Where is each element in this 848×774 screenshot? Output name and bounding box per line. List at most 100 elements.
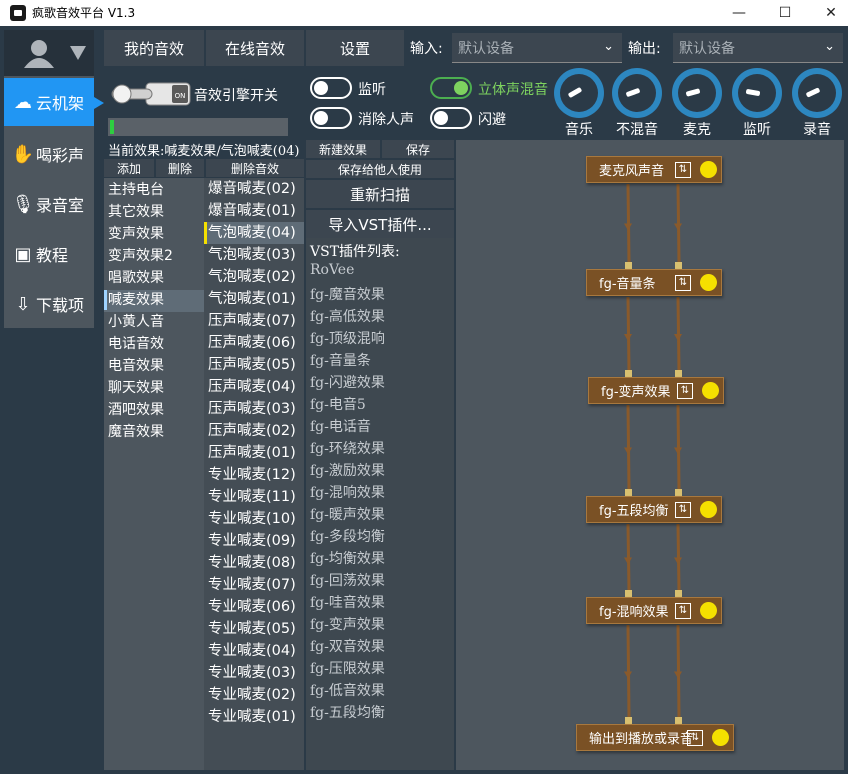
node-settings-icon[interactable]: ⇅ — [687, 730, 703, 746]
node-settings-icon[interactable]: ⇅ — [677, 383, 693, 399]
vst-plugin-item[interactable]: fg-多段均衡 — [310, 526, 385, 546]
knob-4[interactable] — [792, 68, 842, 118]
vst-plugin-item[interactable]: fg-顶级混响 — [310, 328, 385, 348]
node-settings-icon[interactable]: ⇅ — [675, 603, 691, 619]
nav-item-3[interactable]: ▣ 教程 — [4, 230, 94, 278]
nav-item-2[interactable]: 🎙 录音室 — [4, 180, 94, 228]
vst-plugin-item[interactable]: fg-暖声效果 — [310, 504, 385, 524]
effect-item[interactable]: 爆音喊麦(01) — [204, 200, 304, 222]
effect-item[interactable]: 专业喊麦(07) — [204, 574, 304, 596]
user-avatar[interactable] — [4, 30, 94, 76]
vst-plugin-item[interactable]: fg-魔音效果 — [310, 284, 385, 304]
knob-2[interactable] — [672, 68, 722, 118]
save-for-others-button[interactable]: 保存给他人使用 — [306, 160, 454, 178]
node-status-indicator[interactable] — [700, 501, 717, 518]
nav-item-0[interactable]: ☁ 云机架 — [4, 78, 94, 126]
vst-plugin-item[interactable]: fg-环绕效果 — [310, 438, 385, 458]
tab-my-effects[interactable]: 我的音效 — [104, 30, 204, 66]
chain-node[interactable]: fg-五段均衡 ⇅ — [586, 496, 722, 523]
effect-item[interactable]: 爆音喊麦(02) — [204, 178, 304, 200]
vst-plugin-item[interactable]: fg-混响效果 — [310, 482, 385, 502]
effect-item[interactable]: 气泡喊麦(01) — [204, 288, 304, 310]
dodge-toggle[interactable] — [430, 107, 472, 129]
node-status-indicator[interactable] — [712, 729, 729, 746]
input-device-select[interactable]: 默认设备 ⌄ — [452, 33, 622, 63]
effect-item[interactable]: 专业喊麦(11) — [204, 486, 304, 508]
maximize-button[interactable]: ☐ — [762, 0, 808, 26]
effect-item[interactable]: 专业喊麦(01) — [204, 706, 304, 728]
close-button[interactable]: ✕ — [808, 0, 848, 26]
node-status-indicator[interactable] — [700, 274, 717, 291]
effect-item[interactable]: 压声喊麦(05) — [204, 354, 304, 376]
effect-item[interactable]: 专业喊麦(08) — [204, 552, 304, 574]
category-item[interactable]: 电音效果 — [104, 356, 204, 378]
vst-plugin-item[interactable]: fg-高低效果 — [310, 306, 385, 326]
minimize-button[interactable]: — — [716, 0, 762, 26]
effect-item[interactable]: 压声喊麦(06) — [204, 332, 304, 354]
effect-item[interactable]: 压声喊麦(01) — [204, 442, 304, 464]
knob-3[interactable] — [732, 68, 782, 118]
vst-plugin-item[interactable]: fg-均衡效果 — [310, 548, 385, 568]
category-item[interactable]: 小黄人音 — [104, 312, 204, 334]
effect-item[interactable]: 压声喊麦(02) — [204, 420, 304, 442]
node-settings-icon[interactable]: ⇅ — [675, 275, 691, 291]
node-status-indicator[interactable] — [702, 382, 719, 399]
category-item[interactable]: 酒吧效果 — [104, 400, 204, 422]
vst-plugin-item[interactable]: fg-激励效果 — [310, 460, 385, 480]
category-item[interactable]: 变声效果2 — [104, 246, 204, 268]
vst-plugin-item[interactable]: fg-双音效果 — [310, 636, 385, 656]
chain-node[interactable]: fg-混响效果 ⇅ — [586, 597, 722, 624]
vst-plugin-item[interactable]: fg-哇音效果 — [310, 592, 385, 612]
effect-item[interactable]: 专业喊麦(06) — [204, 596, 304, 618]
tab-online-effects[interactable]: 在线音效 — [206, 30, 304, 66]
vst-plugin-item[interactable]: fg-变声效果 — [310, 614, 385, 634]
category-item[interactable]: 其它效果 — [104, 202, 204, 224]
vst-plugin-item[interactable]: fg-压限效果 — [310, 658, 385, 678]
add-category-button[interactable]: 添加 — [104, 159, 154, 177]
effect-item[interactable]: 专业喊麦(12) — [204, 464, 304, 486]
remove-vocal-toggle[interactable] — [310, 107, 352, 129]
category-item[interactable]: 聊天效果 — [104, 378, 204, 400]
dropdown-arrow-icon[interactable] — [70, 46, 86, 60]
vst-plugin-item[interactable]: fg-五段均衡 — [310, 702, 385, 722]
effect-item[interactable]: 专业喊麦(04) — [204, 640, 304, 662]
vst-plugin-item[interactable]: fg-音量条 — [310, 350, 371, 370]
knob-0[interactable] — [554, 68, 604, 118]
effect-item[interactable]: 专业喊麦(02) — [204, 684, 304, 706]
chain-node[interactable]: 麦克风声音 ⇅ — [586, 156, 722, 183]
node-status-indicator[interactable] — [700, 602, 717, 619]
save-button[interactable]: 保存 — [382, 140, 454, 158]
effect-item[interactable]: 专业喊麦(05) — [204, 618, 304, 640]
effect-item[interactable]: 气泡喊麦(02) — [204, 266, 304, 288]
effect-item[interactable]: 专业喊麦(10) — [204, 508, 304, 530]
node-settings-icon[interactable]: ⇅ — [675, 502, 691, 518]
category-item[interactable]: 变声效果 — [104, 224, 204, 246]
effect-item[interactable]: 气泡喊麦(03) — [204, 244, 304, 266]
vst-plugin-item[interactable]: fg-电话音 — [310, 416, 371, 436]
nav-item-1[interactable]: ✋ 喝彩声 — [4, 130, 94, 178]
monitor-toggle[interactable] — [310, 77, 352, 99]
category-item[interactable]: 电话音效 — [104, 334, 204, 356]
category-item[interactable]: 主持电台 — [104, 180, 204, 202]
knob-1[interactable] — [612, 68, 662, 118]
effect-item[interactable]: 压声喊麦(03) — [204, 398, 304, 420]
new-effect-button[interactable]: 新建效果 — [306, 140, 380, 158]
category-item[interactable]: 喊麦效果 — [104, 290, 204, 312]
delete-category-button[interactable]: 删除 — [156, 159, 204, 177]
stereo-mix-toggle[interactable] — [430, 77, 472, 99]
node-status-indicator[interactable] — [700, 161, 717, 178]
chain-node[interactable]: fg-变声效果 ⇅ — [588, 377, 724, 404]
effect-item[interactable]: 气泡喊麦(04) — [204, 222, 304, 244]
node-settings-icon[interactable]: ⇅ — [675, 162, 691, 178]
effect-item[interactable]: 压声喊麦(04) — [204, 376, 304, 398]
chain-node[interactable]: fg-音量条 ⇅ — [586, 269, 722, 296]
vst-plugin-item[interactable]: fg-闪避效果 — [310, 372, 385, 392]
vst-plugin-item[interactable]: fg-回荡效果 — [310, 570, 385, 590]
category-item[interactable]: 魔音效果 — [104, 422, 204, 444]
effect-item[interactable]: 专业喊麦(09) — [204, 530, 304, 552]
import-vst-button[interactable]: 导入VST插件... — [306, 210, 454, 238]
vst-plugin-item[interactable]: fg-电音5 — [310, 394, 366, 414]
engine-switch[interactable]: ON — [110, 75, 194, 115]
nav-item-4[interactable]: ⇩ 下载项 — [4, 280, 94, 328]
effect-item[interactable]: 专业喊麦(03) — [204, 662, 304, 684]
